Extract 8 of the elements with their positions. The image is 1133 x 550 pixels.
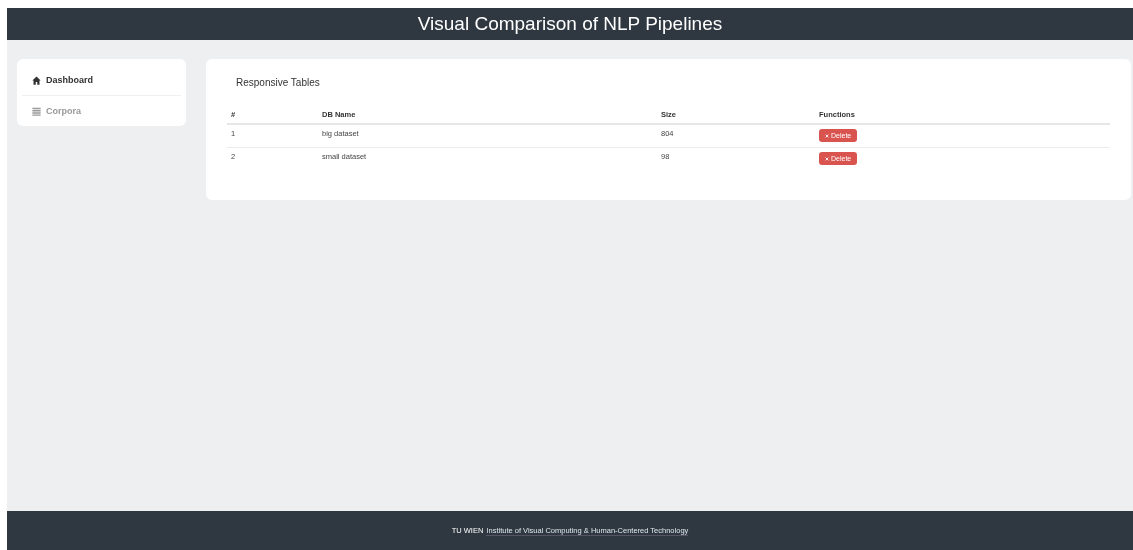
sidebar-item[interactable]: Dashboard <box>22 65 181 96</box>
list-icon <box>32 106 41 116</box>
sidebar-item[interactable]: Corpora <box>22 96 181 126</box>
card-title: Responsive Tables <box>236 77 321 88</box>
close-icon <box>825 133 829 138</box>
close-icon <box>825 156 829 161</box>
home-icon <box>32 75 41 85</box>
page-title: Visual Comparison of NLP Pipelines <box>417 13 723 35</box>
